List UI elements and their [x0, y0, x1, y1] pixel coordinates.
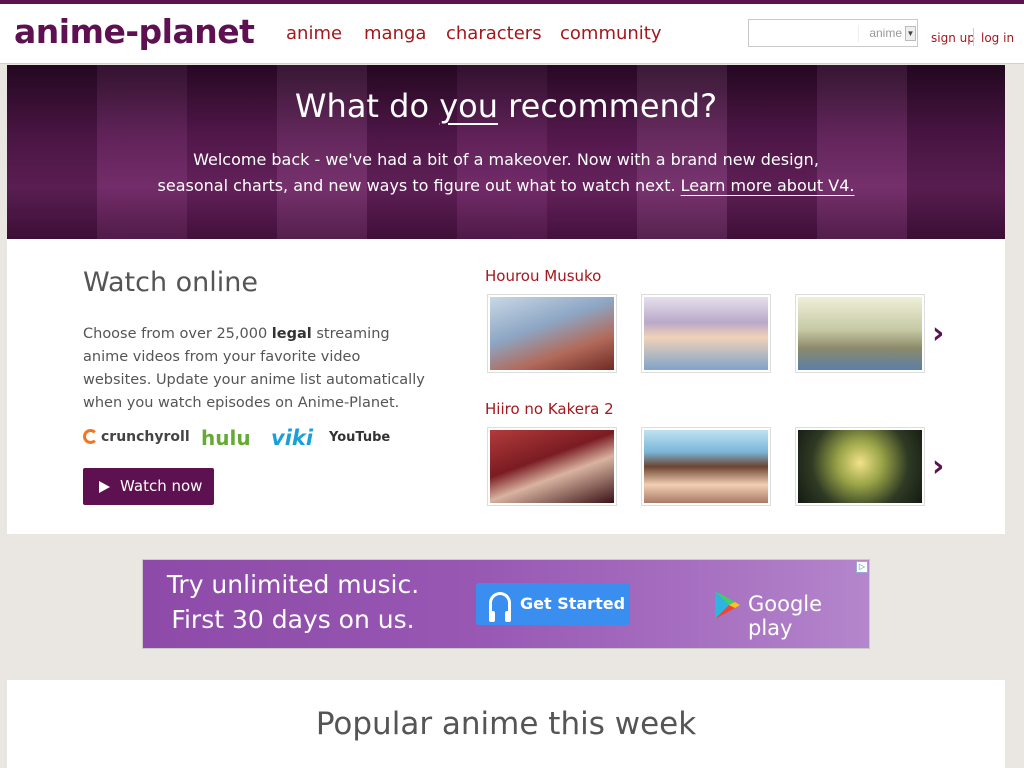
- episode-thumbnail[interactable]: [795, 294, 925, 373]
- brand-label: YouTube: [329, 430, 391, 445]
- ad-banner[interactable]: Try unlimited music. First 30 days on us…: [142, 559, 870, 649]
- signup-link[interactable]: sign up: [931, 31, 975, 45]
- nav-manga[interactable]: manga: [364, 23, 426, 44]
- hero-title-emphasis: you: [439, 87, 498, 125]
- watch-online-description: Choose from over 25,000 legal streaming …: [83, 323, 433, 415]
- search-input[interactable]: anime ▼: [748, 19, 918, 47]
- thumbnail-image: [490, 297, 614, 370]
- crunchyroll-icon: [83, 429, 98, 444]
- watch-now-label: Watch now: [120, 477, 203, 495]
- crunchyroll-logo[interactable]: crunchyroll: [83, 429, 190, 445]
- series-title[interactable]: Hiiro no Kakera 2: [485, 400, 614, 418]
- hero-description: Welcome back - we've had a bit of a make…: [7, 147, 1005, 199]
- site-header: anime-planet anime manga characters comm…: [0, 4, 1024, 64]
- hero-title-part: What do: [294, 87, 440, 125]
- brand-label: crunchyroll: [101, 429, 190, 445]
- google-play-icon: [715, 591, 740, 619]
- nav-community[interactable]: community: [560, 23, 662, 44]
- youtube-logo[interactable]: YouTube: [329, 430, 390, 445]
- play-icon: [99, 481, 110, 493]
- thumbnail-image: [798, 297, 922, 370]
- viki-logo[interactable]: viki: [271, 426, 313, 450]
- thumbnail-image: [490, 430, 614, 503]
- series-title[interactable]: Hourou Musuko: [485, 267, 601, 285]
- desc-bold: legal: [271, 326, 312, 342]
- thumbnail-image: [644, 430, 768, 503]
- chevron-down-icon[interactable]: ▼: [905, 26, 916, 41]
- episode-thumbnail[interactable]: [641, 427, 771, 506]
- learn-more-link[interactable]: Learn more about V4.: [681, 176, 855, 195]
- hulu-logo[interactable]: hulu: [201, 426, 251, 450]
- ad-headline: Try unlimited music.: [166, 570, 420, 599]
- nav-characters[interactable]: characters: [446, 23, 542, 44]
- ad-subline: First 30 days on us.: [171, 605, 415, 634]
- popular-heading: Popular anime this week: [315, 706, 697, 742]
- hero-line: Welcome back - we've had a bit of a make…: [193, 150, 819, 169]
- hero-title: What do you recommend?: [7, 87, 1005, 125]
- headphones-icon: [489, 592, 511, 622]
- episode-thumbnail[interactable]: [487, 294, 617, 373]
- adchoices-icon[interactable]: ▷: [856, 561, 868, 573]
- nav-anime[interactable]: anime: [286, 23, 342, 44]
- thumbnail-image: [798, 430, 922, 503]
- episode-thumbnail[interactable]: [795, 427, 925, 506]
- divider: [973, 28, 974, 46]
- hero-line: seasonal charts, and new ways to figure …: [7, 173, 1005, 199]
- chevron-right-icon[interactable]: ›: [932, 319, 950, 349]
- hero-line-text: seasonal charts, and new ways to figure …: [157, 176, 681, 195]
- desc-text: Choose from over 25,000: [83, 326, 272, 342]
- hero-banner: What do you recommend? Welcome back - we…: [7, 65, 1005, 239]
- get-started-button[interactable]: Get Started: [476, 583, 630, 625]
- watch-online-heading: Watch online: [83, 267, 258, 298]
- get-started-label: Get Started: [520, 594, 626, 613]
- episode-thumbnail[interactable]: [641, 294, 771, 373]
- site-logo[interactable]: anime-planet: [14, 12, 255, 51]
- chevron-right-icon[interactable]: ›: [932, 452, 950, 482]
- hero-title-part: recommend?: [498, 87, 718, 125]
- popular-section: Popular anime this week: [7, 680, 1005, 768]
- google-play-label: Google play: [748, 592, 823, 640]
- thumbnail-image: [644, 297, 768, 370]
- watch-now-button[interactable]: Watch now: [83, 468, 214, 505]
- login-link[interactable]: log in: [981, 31, 1014, 45]
- watch-online-panel: Watch online Choose from over 25,000 leg…: [7, 239, 1005, 534]
- episode-thumbnail[interactable]: [487, 427, 617, 506]
